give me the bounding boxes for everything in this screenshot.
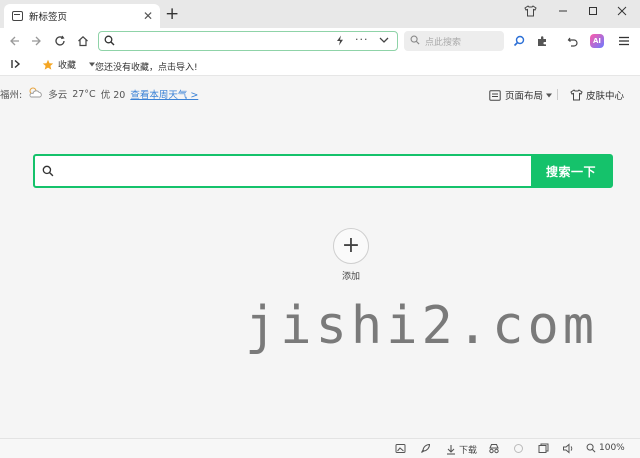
toolbar-search-box[interactable]: 点此搜索 [404, 31, 504, 51]
tab-new-tab[interactable]: 新标签页 ✕ [4, 4, 160, 28]
weather-city: 福州: [0, 90, 23, 101]
window-icon[interactable] [538, 443, 549, 454]
tab-strip: 新标签页 ✕ + [0, 0, 640, 28]
new-tab-button[interactable]: + [165, 6, 179, 23]
address-bar[interactable]: ··· [98, 31, 398, 51]
plus-icon: + [341, 233, 361, 258]
address-input[interactable] [119, 34, 329, 47]
search-button[interactable]: 搜索一下 [531, 156, 611, 186]
weather-widget[interactable]: 福州: 多云 27°C 优 20 查看本周天气 > [0, 86, 198, 102]
search-icon [410, 35, 420, 48]
bookmarks-bar: 收藏 您还没有收藏，点击导入! [0, 54, 640, 76]
download-icon [447, 445, 455, 455]
tab-title: 新标签页 [29, 12, 68, 23]
zoom-control[interactable]: 100% [586, 443, 625, 453]
ai-badge: AI [590, 34, 604, 48]
sidebar-toggle-icon[interactable] [10, 58, 22, 73]
home-button[interactable] [75, 33, 91, 49]
skin-shirt-icon[interactable] [522, 3, 538, 19]
close-window-button[interactable] [614, 3, 630, 19]
back-button[interactable] [6, 33, 22, 49]
watermark-text: jishi2.com [245, 296, 599, 356]
ai-assistant-button[interactable]: AI [589, 33, 605, 49]
skin-center-label: 皮肤中心 [586, 91, 625, 102]
page-icon [12, 11, 23, 21]
page-layout-label: 页面布局 [505, 91, 544, 102]
skin-center-button[interactable]: 皮肤中心 [570, 88, 624, 102]
menu-hamburger-icon[interactable] [616, 33, 632, 49]
weekly-weather-link[interactable]: 查看本周天气 > [130, 87, 198, 101]
layout-icon [489, 89, 501, 101]
main-search-box: 搜索一下 [33, 154, 613, 188]
page-layout-button[interactable]: 页面布局 [489, 88, 553, 102]
air-quality: 优 20 [100, 90, 126, 101]
minimize-button[interactable] [555, 3, 571, 19]
shirt-icon [570, 89, 583, 101]
search-icon [35, 156, 61, 186]
extensions-puzzle-icon[interactable] [534, 33, 550, 49]
forward-button[interactable] [29, 33, 45, 49]
zoom-icon [586, 443, 596, 453]
caret-down-icon [546, 93, 553, 97]
divider [557, 89, 558, 100]
refresh-button[interactable] [52, 33, 68, 49]
toolbar-search-placeholder: 点此搜索 [425, 37, 462, 48]
downloads-button[interactable]: 下载 [446, 443, 477, 456]
add-shortcut-button[interactable]: + [333, 228, 369, 264]
star-icon [42, 59, 54, 70]
search-icon [104, 35, 115, 49]
toolbar: ··· 点此搜索 AI [0, 28, 640, 54]
tab-close-icon[interactable]: ✕ [142, 10, 154, 22]
chevron-down-icon[interactable] [379, 36, 389, 47]
extension-faded-icon[interactable] [513, 443, 524, 454]
main-search-input[interactable] [61, 156, 531, 186]
undo-icon[interactable] [565, 33, 581, 49]
more-dots-icon[interactable]: ··· [355, 33, 369, 46]
weather-condition: 多云 [48, 90, 68, 101]
add-shortcut-label: 添加 [341, 272, 360, 282]
rocket-icon[interactable] [420, 443, 431, 454]
weather-temperature: 27°C [72, 88, 96, 100]
maximize-button[interactable] [585, 3, 601, 19]
screenshot-icon[interactable] [395, 443, 406, 454]
favorites-label: 收藏 [58, 61, 77, 71]
status-bar: 下载 100% [0, 438, 640, 458]
import-bookmarks-hint[interactable]: 您还没有收藏，点击导入! [95, 60, 198, 73]
downloads-label: 下载 [459, 446, 478, 456]
info-row: 福州: 多云 27°C 优 20 查看本周天气 > 页面布局 皮肤中心 [0, 86, 640, 104]
incognito-icon[interactable] [488, 443, 500, 454]
zoom-level: 100% [599, 443, 625, 453]
lightning-icon[interactable] [335, 35, 345, 49]
favorites-menu[interactable]: 收藏 [42, 58, 96, 71]
volume-icon[interactable] [562, 443, 574, 454]
cloudy-sun-icon [27, 86, 43, 102]
search-engine-icon[interactable] [511, 33, 527, 49]
